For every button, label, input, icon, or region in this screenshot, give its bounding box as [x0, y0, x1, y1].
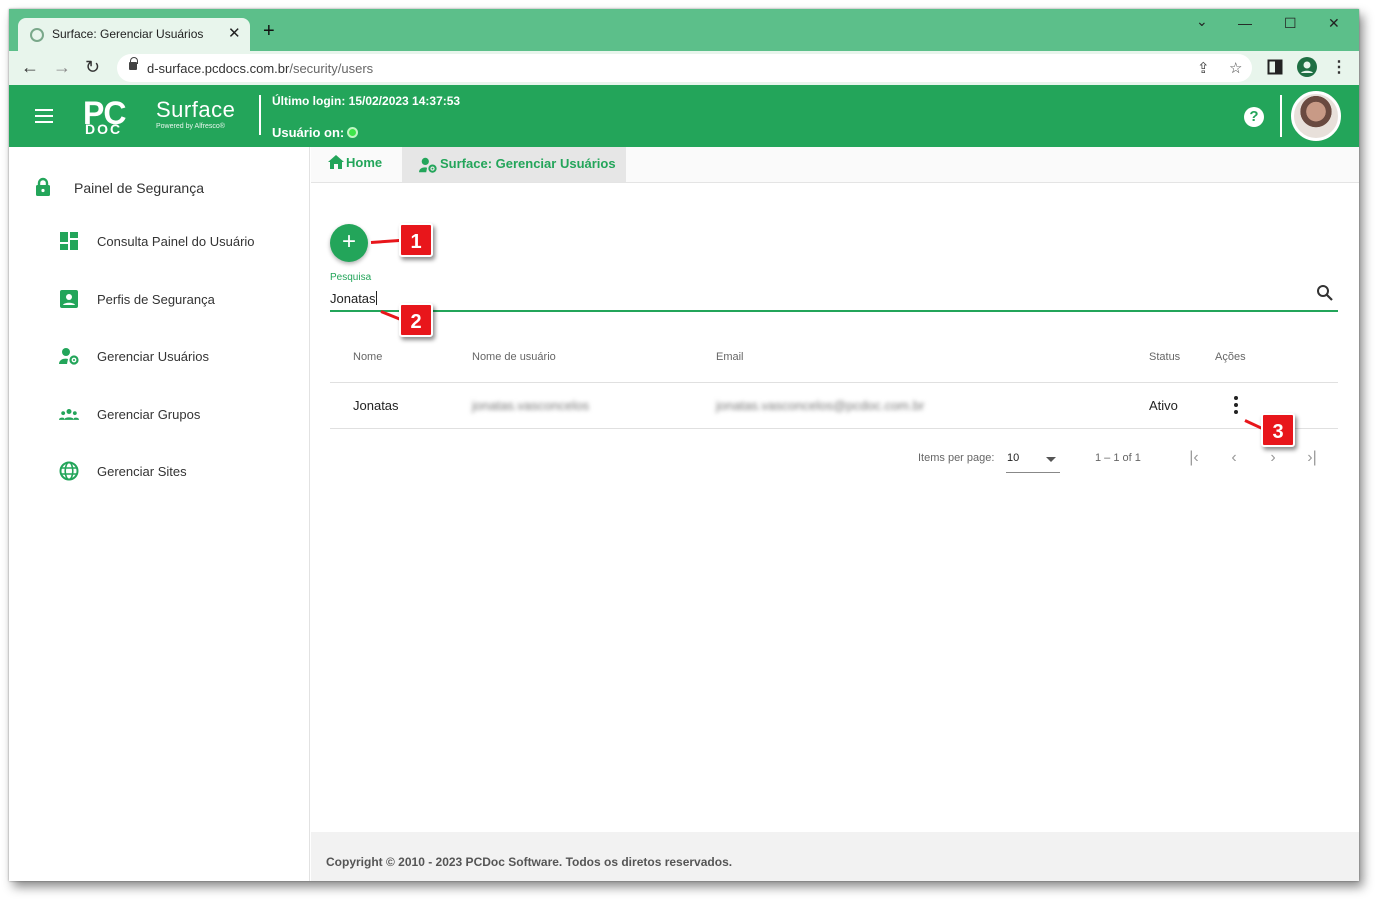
text-cursor — [375, 291, 377, 305]
sidebar-item-label: Perfis de Segurança — [97, 292, 215, 307]
breadcrumb-current[interactable]: Surface: Gerenciar Usuários — [402, 147, 626, 182]
browser-menu-icon[interactable]: ⋮ — [1331, 57, 1347, 77]
groups-icon — [59, 409, 79, 420]
back-arrow-icon[interactable]: ← — [21, 57, 39, 78]
column-header-status[interactable]: Status — [1149, 351, 1180, 363]
home-icon — [328, 155, 344, 169]
address-bar-row: ← → ↻ d-surface.pcdocs.com.br/security/u… — [9, 51, 1359, 85]
sidebar-item-consulta[interactable]: Consulta Painel do Usuário — [59, 229, 299, 253]
maximize-button[interactable]: ☐ — [1284, 15, 1297, 32]
globe-icon — [59, 461, 79, 481]
header-divider — [259, 95, 261, 135]
tab-search-icon[interactable]: ⌄ — [1196, 13, 1208, 30]
url-host: d-surface.pcdocs.com.br — [147, 61, 290, 76]
help-button[interactable]: ? — [1244, 107, 1264, 127]
cell-email: jonatas.vasconcelos@pcdoc.com.br — [716, 398, 925, 413]
browser-window: Surface: Gerenciar Usuários ✕ + ⌄ — ☐ ✕ … — [9, 9, 1359, 881]
sidebar-heading-label: Painel de Segurança — [74, 180, 204, 196]
column-header-email[interactable]: Email — [716, 351, 744, 363]
avatar[interactable] — [1291, 91, 1341, 141]
online-dot-icon — [347, 127, 359, 138]
last-page-button[interactable]: ›| — [1300, 447, 1324, 471]
cell-status: Ativo — [1149, 398, 1178, 413]
url-text: d-surface.pcdocs.com.br/security/users — [147, 61, 373, 76]
last-login: Último login: 15/02/2023 14:37:53 — [272, 94, 461, 108]
logo-doc: DOC — [85, 121, 123, 137]
cell-name: Jonatas — [353, 398, 399, 413]
side-panel-icon[interactable] — [1267, 59, 1283, 75]
callout-3: 3 — [1261, 413, 1295, 447]
profile-icon[interactable] — [1297, 57, 1317, 77]
url-path: /security/users — [289, 61, 374, 76]
tab-close-icon[interactable]: ✕ — [228, 24, 241, 42]
tab-title: Surface: Gerenciar Usuários — [52, 27, 204, 41]
breadcrumb: Home Surface: Gerenciar Usuários — [311, 147, 1359, 183]
profile-card-icon — [60, 290, 78, 308]
search-label: Pesquisa — [330, 272, 372, 283]
sidebar-item-usuarios[interactable]: Gerenciar Usuários — [59, 344, 299, 368]
logo-surface: Surface — [156, 97, 236, 122]
user-gear-icon — [419, 157, 437, 173]
callout-1: 1 — [399, 223, 433, 257]
sidebar-item-label: Gerenciar Usuários — [97, 349, 209, 364]
first-page-button[interactable]: |‹ — [1182, 447, 1206, 471]
column-header-acoes: Ações — [1215, 351, 1246, 363]
row-actions-menu-icon[interactable] — [1233, 396, 1239, 414]
items-per-page-label: Items per page: — [918, 452, 995, 464]
column-header-nome[interactable]: Nome — [353, 351, 382, 363]
callout-2: 2 — [399, 303, 433, 337]
share-icon[interactable]: ⇪ — [1197, 59, 1210, 77]
add-user-button[interactable]: + — [330, 224, 368, 262]
paginator: Items per page: 10 1 – 1 of 1 |‹ ‹ › ›| — [330, 447, 1338, 477]
app-header: PC DOC Surface Powered by Alfresco® Últi… — [9, 85, 1359, 147]
forward-arrow-icon[interactable]: → — [53, 57, 71, 78]
bookmark-star-icon[interactable]: ☆ — [1229, 59, 1242, 77]
tab-strip: Surface: Gerenciar Usuários ✕ + ⌄ — ☐ ✕ — [9, 9, 1359, 51]
footer: Copyright © 2010 - 2023 PCDoc Software. … — [311, 832, 1359, 881]
user-status-label: Usuário on: — [272, 125, 345, 140]
search-input[interactable]: Jonatas — [330, 291, 377, 306]
sidebar-item-grupos[interactable]: Gerenciar Grupos — [59, 402, 299, 426]
user-gear-icon — [59, 348, 79, 365]
sidebar: Painel de Segurança Consulta Painel do U… — [9, 147, 310, 881]
user-status: Usuário on: — [272, 125, 359, 140]
dropdown-arrow-icon — [1046, 457, 1056, 462]
next-page-button[interactable]: › — [1261, 447, 1285, 471]
logo-powered-by: Powered by Alfresco® — [156, 123, 225, 130]
previous-page-button[interactable]: ‹ — [1222, 447, 1246, 471]
close-window-button[interactable]: ✕ — [1328, 15, 1340, 32]
callout-1-pointer — [370, 238, 402, 244]
breadcrumb-current-label: Surface: Gerenciar Usuários — [440, 156, 616, 171]
sidebar-item-perfis[interactable]: Perfis de Segurança — [59, 287, 299, 311]
cell-username: jonatas.vasconcelos — [472, 398, 590, 413]
page-range: 1 – 1 of 1 — [1095, 452, 1141, 464]
minimize-button[interactable]: — — [1238, 15, 1252, 31]
lock-icon[interactable] — [129, 57, 138, 70]
header-divider-right — [1280, 95, 1282, 137]
favicon-icon — [30, 28, 44, 42]
search-input-value: Jonatas — [330, 291, 376, 306]
table-row[interactable]: Jonatas jonatas.vasconcelos jonatas.vasc… — [330, 383, 1338, 429]
browser-tab[interactable]: Surface: Gerenciar Usuários ✕ — [18, 18, 250, 51]
menu-icon[interactable] — [35, 109, 53, 127]
copyright-text: Copyright © 2010 - 2023 PCDoc Software. … — [326, 855, 733, 869]
items-per-page-select[interactable]: 10 — [1006, 447, 1060, 473]
lock-icon — [36, 177, 50, 196]
reload-icon[interactable]: ↻ — [85, 57, 100, 78]
breadcrumb-home[interactable]: Home — [328, 155, 382, 170]
sidebar-item-label: Consulta Painel do Usuário — [97, 234, 255, 249]
breadcrumb-home-label: Home — [346, 155, 383, 170]
search-underline — [330, 310, 1338, 312]
items-per-page-value: 10 — [1007, 452, 1020, 464]
dashboard-icon — [60, 232, 78, 250]
address-bar[interactable]: d-surface.pcdocs.com.br/security/users ⇪… — [117, 54, 1252, 82]
sidebar-item-label: Gerenciar Sites — [97, 464, 187, 479]
sidebar-item-sites[interactable]: Gerenciar Sites — [59, 459, 299, 483]
search-icon[interactable] — [1316, 284, 1334, 302]
sidebar-item-label: Gerenciar Grupos — [97, 407, 201, 422]
new-tab-button[interactable]: + — [263, 21, 275, 41]
column-header-username[interactable]: Nome de usuário — [472, 351, 556, 363]
